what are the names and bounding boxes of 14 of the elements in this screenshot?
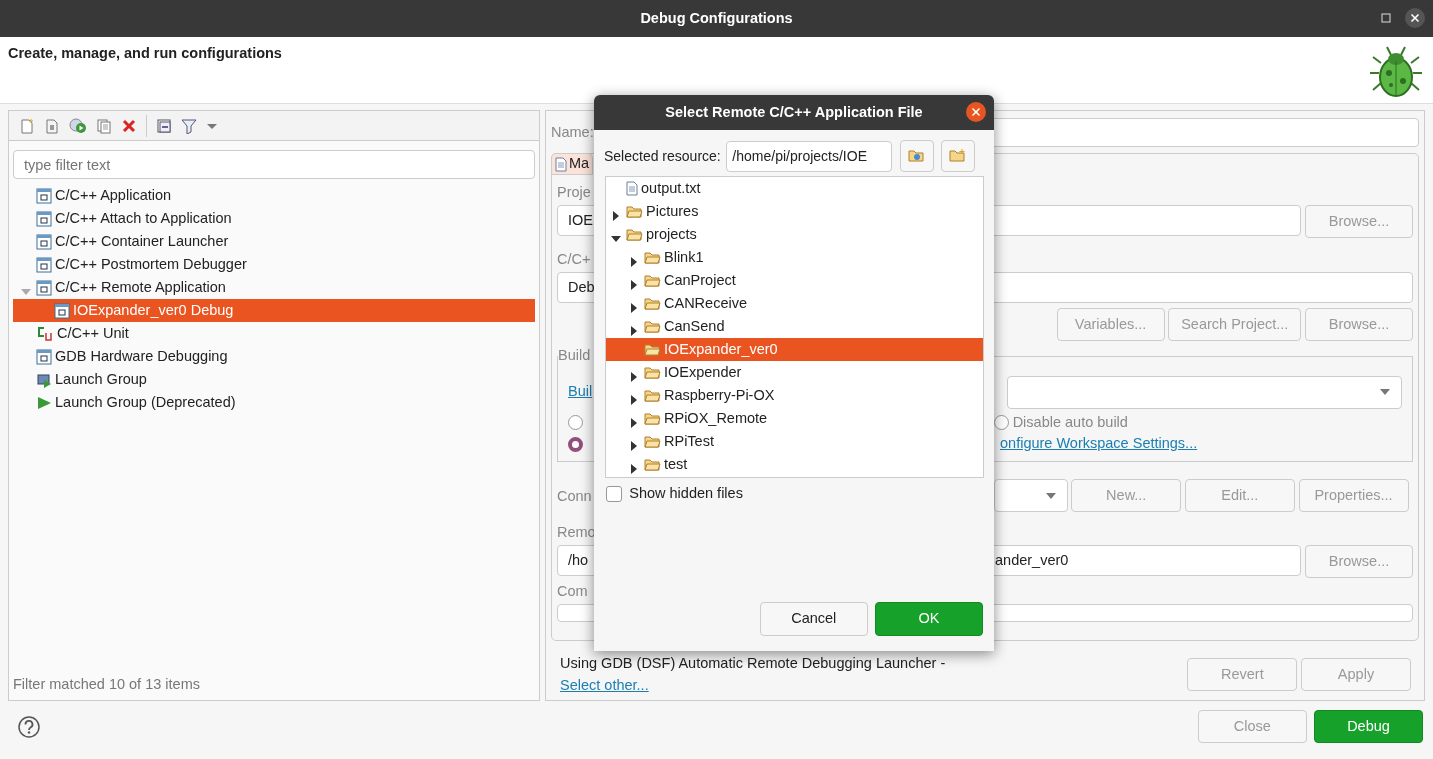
field-label: Conn: [557, 486, 592, 506]
status-text: Filter matched 10 of 13 items: [12, 675, 201, 695]
field-label: Proje: [557, 183, 591, 202]
field-label: Remo: [557, 523, 596, 543]
field-label: Selected resource:: [604, 146, 721, 166]
radio-label: Disable auto build: [1012, 413, 1128, 432]
checkbox-label: Show hidden files: [629, 484, 743, 503]
header-title: Create, manage, and run configurations: [8, 44, 282, 63]
dialog-title: Select Remote C/C++ Application File: [665, 102, 923, 122]
window-title: Debug Configurations: [640, 8, 793, 28]
field-label: C/C+: [557, 250, 591, 269]
launcher-text: Using GDB (DSF) Automatic Remote Debugging Launcher -: [560, 655, 946, 671]
field-label: Com: [557, 582, 588, 602]
field-label: Name:: [551, 123, 594, 142]
